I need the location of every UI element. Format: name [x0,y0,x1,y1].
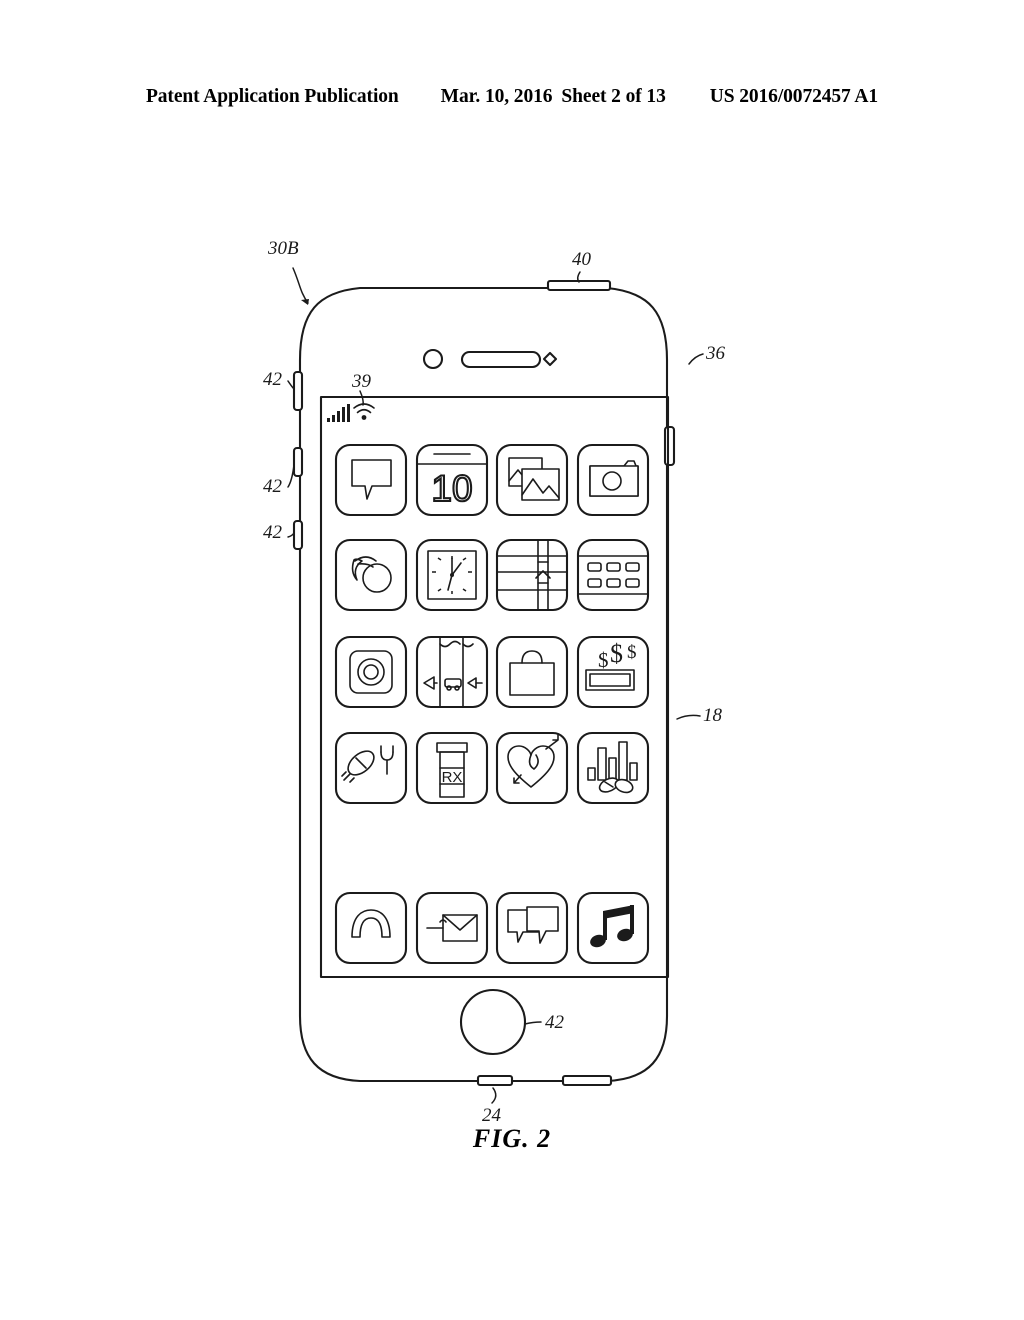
dollar-sign-small: $ [598,648,609,672]
app-icon-weather[interactable] [334,538,408,612]
app-icon-messages-note[interactable] [334,443,408,517]
ref-18: 18 [676,705,723,726]
ref-39-label: 39 [351,371,372,392]
ref-42a-label: 42 [263,369,283,390]
ref-42d-label: 42 [545,1012,565,1033]
app-icon-prescription[interactable]: RX [415,731,489,805]
ref-36: 36 [688,343,726,365]
ref-40-label: 40 [572,249,592,270]
bottom-speaker-grille [561,1074,613,1087]
side-button-lower[interactable] [292,519,304,551]
dock-icon-mail[interactable] [415,891,489,965]
front-camera [422,348,444,370]
app-icon-health-tracking[interactable] [576,731,650,805]
figure-caption: FIG. 2 [472,1124,552,1153]
ref-24: 24 [482,1087,502,1126]
app-icon-travel[interactable] [415,635,489,709]
earpiece-speaker [460,350,542,369]
home-button[interactable] [459,988,527,1056]
dollar-sign-large: $ [610,639,623,668]
dock-icon-phone[interactable] [334,891,408,965]
side-button-upper[interactable] [292,370,304,412]
dock-icon-music[interactable] [576,891,650,965]
side-button-right[interactable] [663,425,676,467]
app-icon-medication-injection[interactable] [334,731,408,805]
app-icon-photos[interactable] [495,443,569,517]
ref-24-label: 24 [482,1105,502,1126]
ref-30b: 30B [267,238,309,305]
app-icon-heart-health[interactable] [495,731,569,805]
rx-label: RX [442,769,463,786]
ref-18-label: 18 [703,705,723,726]
side-button-middle[interactable] [292,446,304,478]
app-icon-maps[interactable] [495,538,569,612]
ref-30b-label: 30B [267,238,299,259]
app-icon-settings[interactable] [334,635,408,709]
patent-drawing-page: Patent Application Publication Mar. 10, … [0,0,1024,1320]
ref-40: 40 [572,249,592,283]
app-icon-clock[interactable] [415,538,489,612]
app-icon-calendar[interactable]: 10 [415,443,489,517]
calendar-day-label: 10 [431,468,472,509]
dock-icon-messages[interactable] [495,891,569,965]
ref-42b: 42 [263,464,295,497]
ref-36-label: 36 [705,343,726,364]
app-icon-payments[interactable]: $ $ $ [576,635,650,709]
ref-42c-label: 42 [263,522,283,543]
dollar-sign-tiny: $ [627,642,637,663]
app-icon-shopping[interactable] [495,635,569,709]
ref-42a: 42 [263,369,295,390]
bottom-connector-port [476,1074,514,1087]
app-icon-camera[interactable] [576,443,650,517]
ref-42b-label: 42 [263,476,283,497]
ref-42c: 42 [263,522,295,543]
app-icon-video[interactable] [576,538,650,612]
figure-drawing: .ln{fill:none;stroke:#1b1b1b;stroke-widt… [263,238,726,1126]
